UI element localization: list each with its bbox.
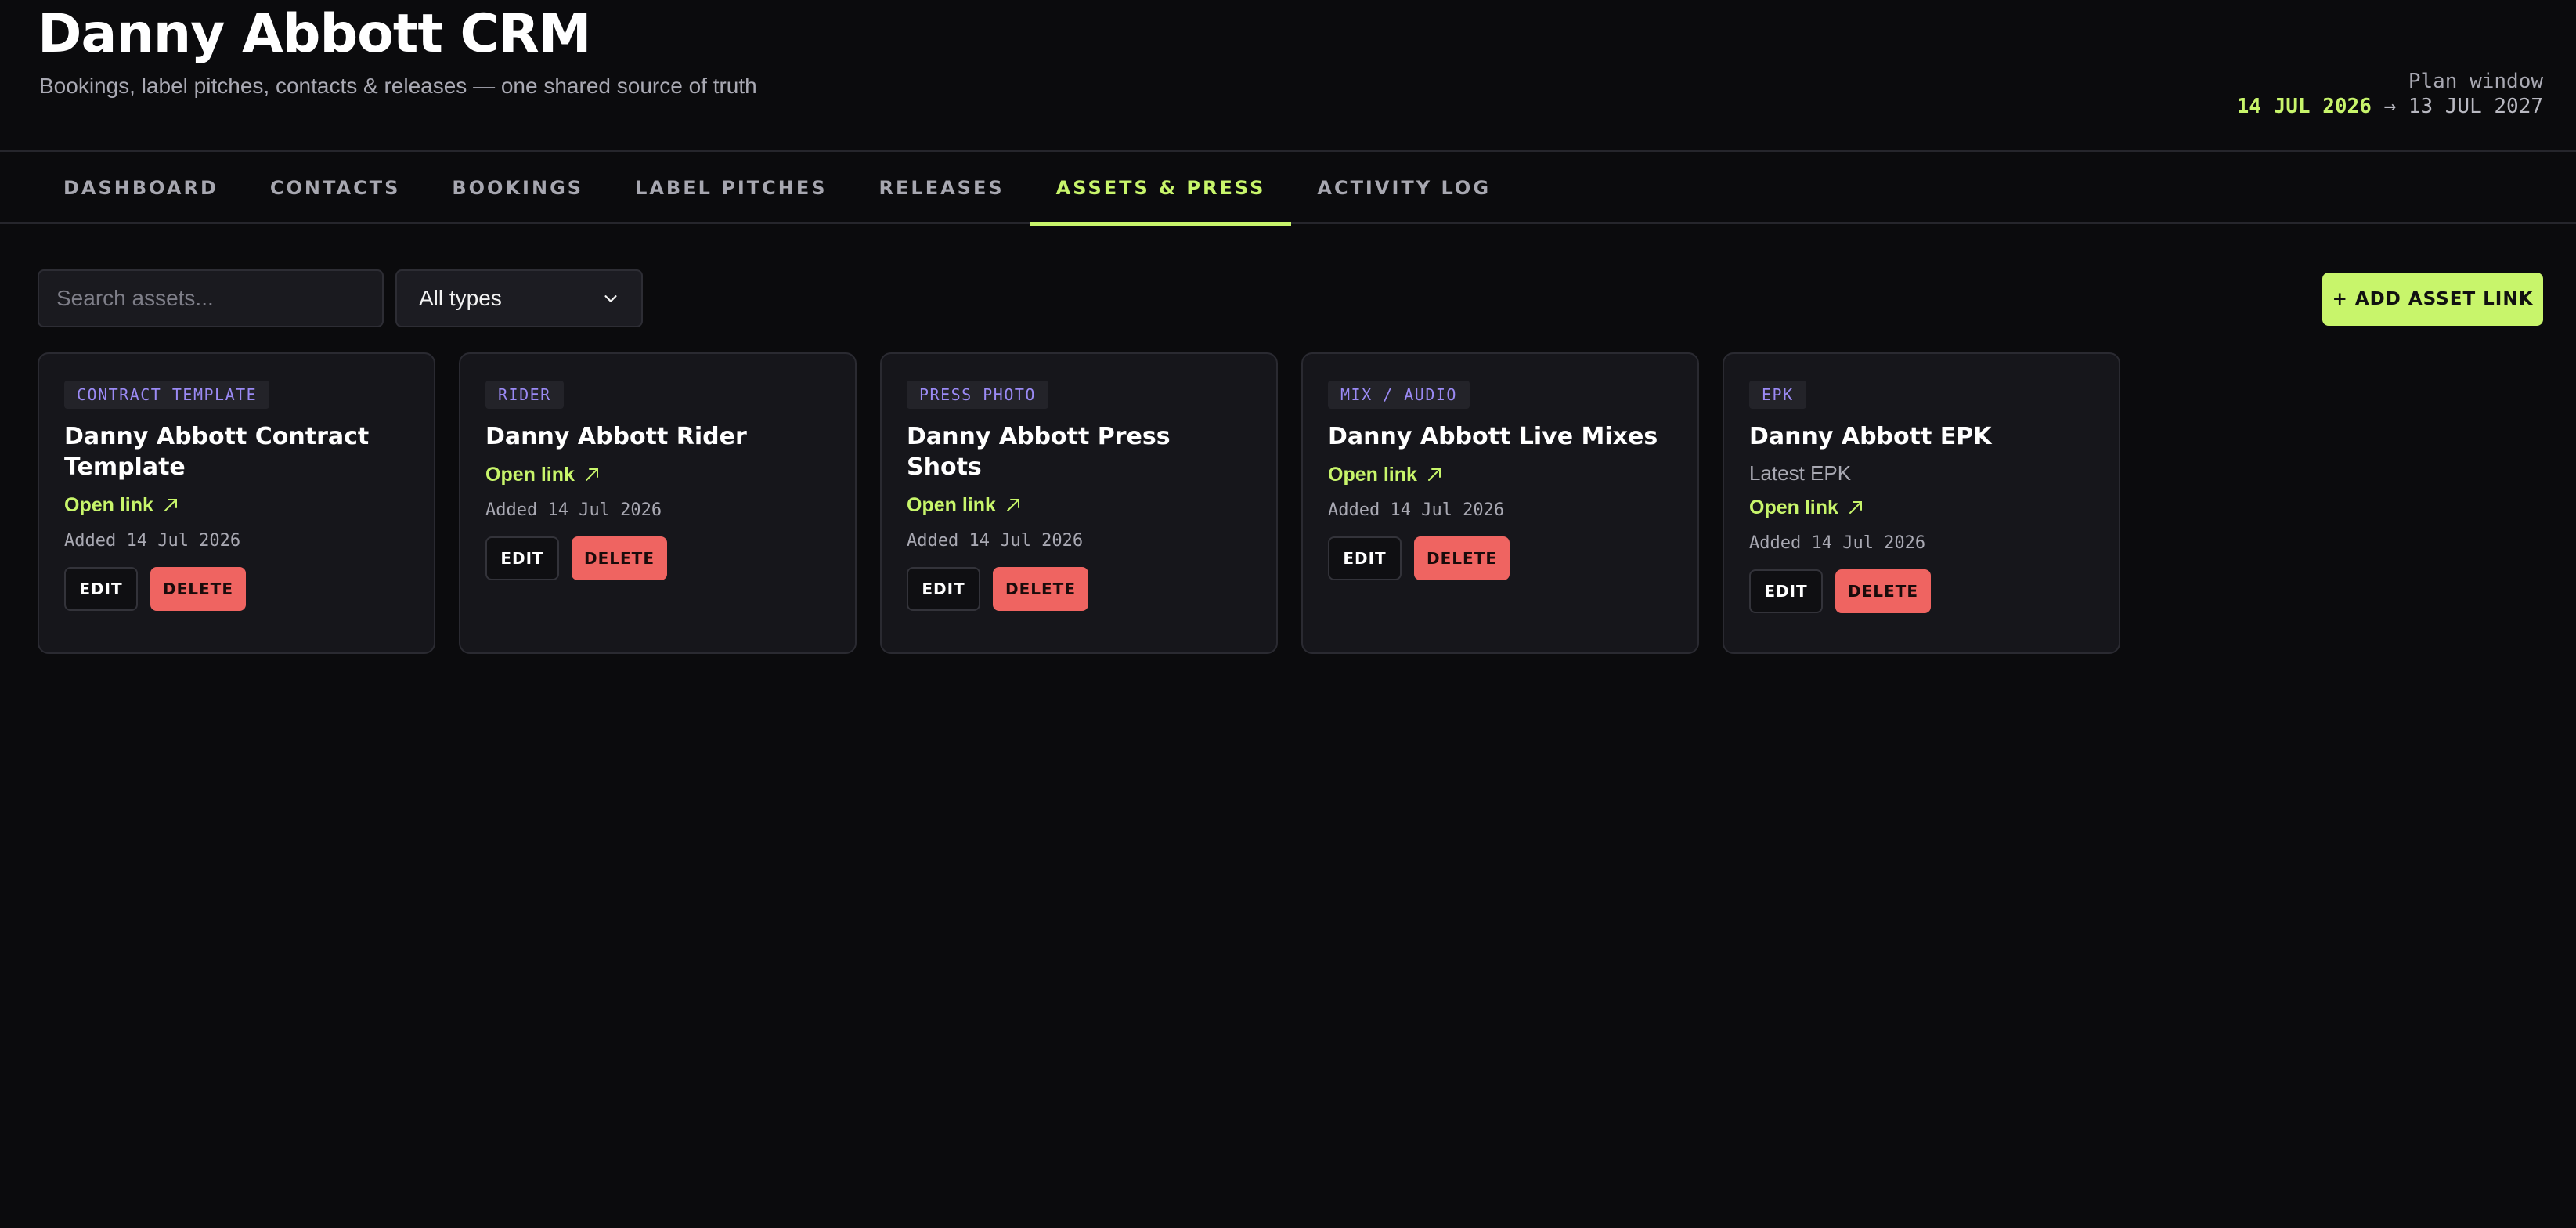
add-asset-link-button[interactable]: + ADD ASSET LINK — [2322, 273, 2543, 326]
asset-title: Danny Abbott Contract Template — [64, 423, 370, 481]
assets-toolbar: All types + ADD ASSET LINK — [38, 269, 2543, 327]
asset-title: Danny Abbott Live Mixes — [1328, 423, 1658, 450]
asset-type-badge: PRESS PHOTO — [907, 381, 1048, 409]
asset-added-date: Added 14 Jul 2026 — [64, 531, 241, 551]
open-link-label: Open link — [1749, 497, 1838, 518]
tab-label-pitches[interactable]: LABEL PITCHES — [609, 152, 853, 224]
external-link-arrow-icon — [1849, 501, 1862, 514]
asset-added-date: Added 14 Jul 2026 — [1749, 533, 1926, 553]
asset-card: RIDER Danny Abbott Rider Open link Added… — [459, 352, 857, 654]
asset-card: PRESS PHOTO Danny Abbott Press Shots Ope… — [880, 352, 1278, 654]
edit-button[interactable]: EDIT — [1328, 536, 1402, 580]
open-link-label: Open link — [907, 494, 996, 516]
asset-type-badge: CONTRACT TEMPLATE — [64, 381, 270, 409]
tab-bookings[interactable]: BOOKINGS — [426, 152, 609, 224]
asset-card: CONTRACT TEMPLATE Danny Abbott Contract … — [38, 352, 435, 654]
chevron-down-icon — [604, 295, 617, 302]
delete-button[interactable]: DELETE — [1835, 569, 1931, 613]
open-link-label: Open link — [64, 494, 153, 516]
asset-note: Latest EPK — [1749, 461, 1852, 485]
tab-dashboard[interactable]: DASHBOARD — [38, 152, 244, 224]
asset-type-badge: EPK — [1749, 381, 1806, 409]
app-title: Danny Abbott CRM — [38, 3, 591, 65]
asset-card: MIX / AUDIO Danny Abbott Live Mixes Open… — [1301, 352, 1699, 654]
plan-window-label: Plan window — [2408, 70, 2543, 93]
tab-releases[interactable]: RELEASES — [853, 152, 1030, 224]
asset-type-badge: MIX / AUDIO — [1328, 381, 1470, 409]
open-link-label: Open link — [485, 464, 575, 486]
external-link-arrow-icon — [1006, 499, 1019, 511]
type-filter-value: All types — [419, 286, 502, 310]
page-header: Danny Abbott CRM Bookings, label pitches… — [0, 0, 2576, 152]
asset-cards: CONTRACT TEMPLATE Danny Abbott Contract … — [38, 352, 2120, 654]
open-link[interactable]: Open link — [1328, 461, 1444, 488]
open-link[interactable]: Open link — [64, 492, 180, 518]
asset-added-date: Added 14 Jul 2026 — [1328, 500, 1505, 520]
asset-card: EPK Danny Abbott EPK Latest EPK Open lin… — [1723, 352, 2120, 654]
delete-button[interactable]: DELETE — [993, 567, 1088, 611]
external-link-arrow-icon — [164, 499, 177, 511]
edit-button[interactable]: EDIT — [1749, 569, 1823, 613]
asset-title: Danny Abbott Rider — [485, 423, 747, 450]
plan-window-start: 14 JUL 2026 — [2236, 95, 2372, 118]
plan-window-separator: → — [2371, 95, 2408, 118]
main-tabs: DASHBOARD CONTACTS BOOKINGS LABEL PITCHE… — [0, 152, 2576, 226]
asset-actions: EDIT DELETE — [1328, 536, 1672, 580]
asset-title: Danny Abbott EPK — [1749, 423, 1992, 450]
external-link-arrow-icon — [585, 468, 598, 481]
asset-actions: EDIT DELETE — [485, 536, 830, 580]
delete-button[interactable]: DELETE — [150, 567, 246, 611]
open-link[interactable]: Open link — [907, 492, 1023, 518]
asset-type-badge: RIDER — [485, 381, 564, 409]
open-link-label: Open link — [1328, 464, 1417, 486]
type-filter-select[interactable]: All types — [395, 269, 643, 327]
open-link[interactable]: Open link — [1749, 494, 1865, 521]
asset-added-date: Added 14 Jul 2026 — [907, 531, 1084, 551]
asset-actions: EDIT DELETE — [1749, 569, 2094, 613]
open-link[interactable]: Open link — [485, 461, 601, 488]
plan-window: Plan window 14 JUL 2026 → 13 JUL 2027 — [2237, 69, 2543, 119]
tab-activity-log[interactable]: ACTIVITY LOG — [1291, 152, 1517, 224]
asset-actions: EDIT DELETE — [907, 567, 1251, 611]
tab-assets-press[interactable]: ASSETS & PRESS — [1030, 152, 1292, 226]
edit-button[interactable]: EDIT — [907, 567, 980, 611]
app-subtitle: Bookings, label pitches, contacts & rele… — [39, 74, 757, 98]
app-root: Danny Abbott CRM Bookings, label pitches… — [0, 0, 2576, 1228]
edit-button[interactable]: EDIT — [64, 567, 138, 611]
edit-button[interactable]: EDIT — [485, 536, 559, 580]
delete-button[interactable]: DELETE — [572, 536, 667, 580]
search-input[interactable] — [38, 269, 384, 327]
asset-added-date: Added 14 Jul 2026 — [485, 500, 662, 520]
plan-window-end: 13 JUL 2027 — [2408, 95, 2543, 118]
plan-window-range: 14 JUL 2026 → 13 JUL 2027 — [2237, 94, 2543, 119]
tab-contacts[interactable]: CONTACTS — [244, 152, 426, 224]
asset-actions: EDIT DELETE — [64, 567, 409, 611]
delete-button[interactable]: DELETE — [1414, 536, 1510, 580]
external-link-arrow-icon — [1427, 468, 1441, 481]
asset-title: Danny Abbott Press Shots — [907, 423, 1171, 481]
